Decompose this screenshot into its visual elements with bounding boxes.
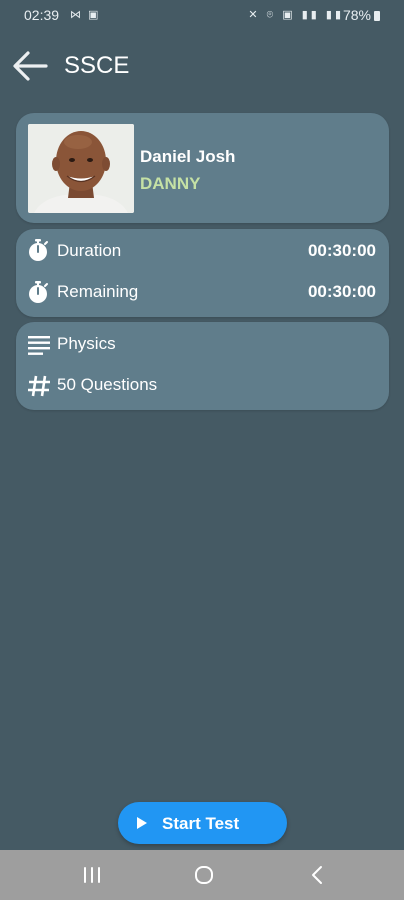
avatar-photo: [28, 124, 134, 213]
stopwatch-icon: [29, 281, 48, 303]
timer-card: Duration 00:30:00 Remaining 00:30:00: [16, 229, 389, 317]
remaining-label: Remaining: [57, 282, 139, 301]
play-icon: [137, 817, 147, 829]
stopwatch-icon: [29, 239, 48, 261]
start-test-button[interactable]: Start Test: [118, 802, 287, 844]
battery-indicator: 78%: [343, 7, 380, 23]
student-nickname: DANNY: [140, 174, 201, 193]
avatar: [28, 124, 134, 213]
app-bar: SSCE: [0, 40, 404, 92]
duration-value: 00:30:00: [307, 241, 376, 260]
subject-card: Physics 50 Questions: [16, 322, 389, 410]
notification-icons: ⋈ ▣: [70, 9, 101, 21]
recent-apps-icon[interactable]: [78, 864, 106, 886]
status-time: 02:39: [24, 7, 60, 23]
hash-icon: [28, 375, 50, 397]
start-test-label: Start Test: [162, 814, 240, 833]
duration-label: Duration: [57, 241, 122, 260]
battery-icon: [374, 11, 380, 21]
student-name: Daniel Josh: [140, 147, 236, 166]
remaining-value: 00:30:00: [307, 282, 376, 301]
status-bar: 02:39 ⋈ ▣ ✕ ⌾ ▣ ▮▮ ▮▮ 78%: [0, 0, 404, 30]
arrow-left-icon: [13, 51, 48, 81]
profile-card: Daniel Josh DANNY: [16, 113, 389, 223]
back-button[interactable]: [10, 48, 50, 84]
page-title: SSCE: [64, 52, 130, 79]
battery-percent: 78%: [342, 7, 371, 23]
question-count: 50 Questions: [57, 375, 158, 394]
home-icon[interactable]: [190, 864, 218, 886]
system-nav-bar: [0, 850, 404, 900]
subject-name: Physics: [57, 334, 116, 353]
list-lines-icon: [28, 336, 50, 355]
nav-back-icon[interactable]: [304, 864, 332, 886]
system-status-icons: ✕ ⌾ ▣ ▮▮ ▮▮: [248, 9, 344, 21]
